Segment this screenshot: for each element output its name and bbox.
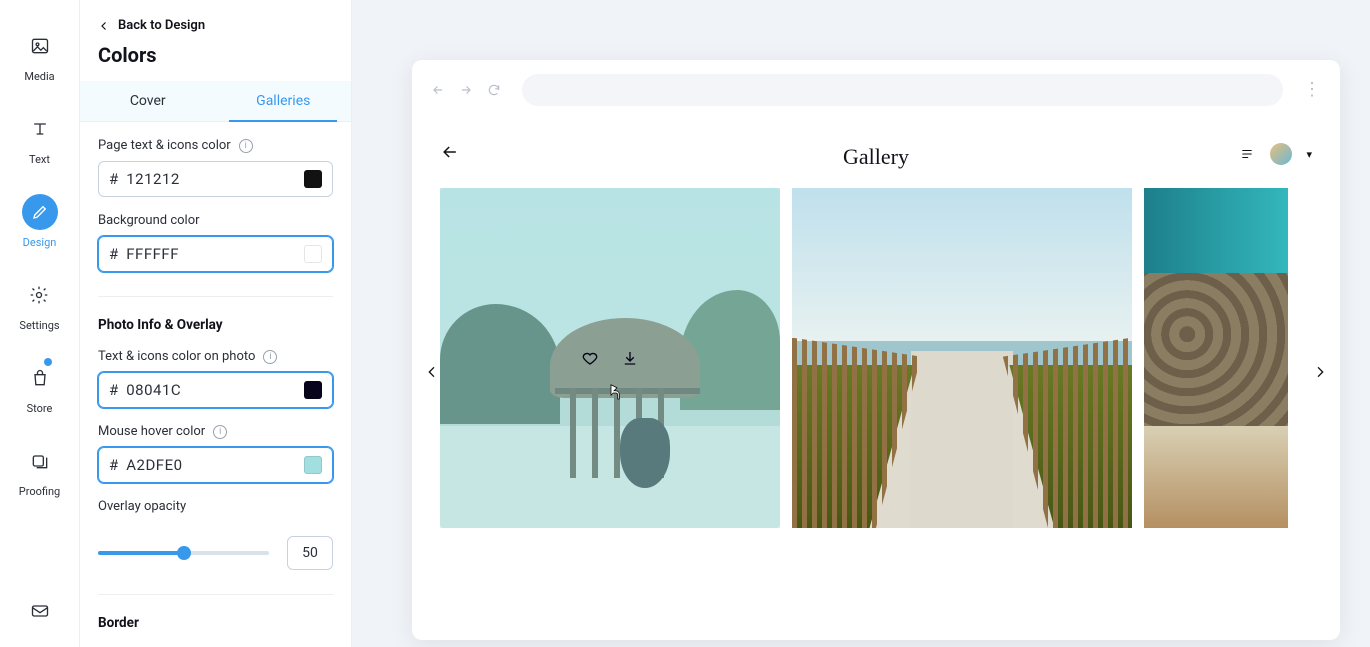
info-icon[interactable]: i — [213, 425, 227, 439]
field-background: Background color # FFFFFF — [80, 197, 351, 272]
back-label: Back to Design — [118, 18, 205, 33]
gear-icon — [21, 277, 57, 313]
proofing-icon — [22, 443, 58, 479]
browser-frame: ⋮ Gallery ▾ — [412, 60, 1340, 640]
slider-fill — [98, 551, 184, 555]
gallery-photo[interactable] — [792, 188, 1132, 528]
back-to-design-link[interactable]: Back to Design — [80, 0, 351, 43]
text-icon — [22, 111, 58, 147]
rail-label: Text — [29, 153, 50, 166]
color-swatch[interactable] — [304, 381, 322, 399]
bag-icon — [22, 360, 58, 396]
color-input-photo-text[interactable]: # 08041C — [98, 372, 333, 408]
info-icon[interactable]: i — [239, 139, 253, 153]
gallery-header: Gallery ▾ — [412, 120, 1340, 188]
image-icon — [22, 28, 58, 64]
gallery-next-button[interactable] — [1306, 358, 1334, 386]
chevron-left-icon — [98, 20, 110, 32]
field-label: Background color — [98, 213, 200, 228]
rail-item-mail[interactable] — [22, 593, 58, 647]
hash-icon: # — [109, 456, 118, 474]
hash-icon: # — [109, 170, 118, 188]
rail-item-store[interactable]: Store — [22, 360, 58, 415]
gallery-prev-button[interactable] — [418, 358, 446, 386]
section-header-photo: Photo Info & Overlay — [80, 297, 351, 333]
field-label: Text & icons color on photo — [98, 349, 255, 364]
rail-item-text[interactable]: Text — [22, 111, 58, 166]
rail-label: Media — [24, 70, 54, 83]
rail-label: Store — [27, 402, 53, 415]
rail-label: Proofing — [19, 485, 60, 498]
gallery-title: Gallery — [843, 144, 909, 170]
gallery-header-right: ▾ — [1238, 143, 1312, 165]
opacity-slider[interactable] — [98, 551, 269, 555]
info-icon[interactable]: i — [263, 350, 277, 364]
field-photo-text-icons: Text & icons color on photo i # 08041C — [80, 333, 351, 408]
color-swatch[interactable] — [304, 170, 322, 188]
color-value: 121212 — [126, 170, 296, 188]
panel-title: Colors — [80, 43, 351, 81]
mail-icon — [22, 593, 58, 629]
rail-item-settings[interactable]: Settings — [19, 277, 59, 332]
gallery-photo[interactable] — [440, 188, 780, 528]
field-label: Page text & icons color — [98, 138, 231, 153]
field-label: Mouse hover color — [98, 424, 205, 439]
side-panel: Back to Design Colors Cover Galleries Pa… — [80, 0, 352, 647]
gallery-back-button[interactable] — [440, 142, 460, 166]
preview-area: ⋮ Gallery ▾ — [352, 0, 1370, 647]
color-input-page-text[interactable]: # 121212 — [98, 161, 333, 197]
browser-bar: ⋮ — [412, 60, 1340, 120]
url-bar[interactable] — [522, 74, 1283, 106]
color-input-hover[interactable]: # A2DFE0 — [98, 447, 333, 483]
hash-icon: # — [109, 381, 118, 399]
color-swatch[interactable] — [304, 456, 322, 474]
color-value: A2DFE0 — [126, 456, 296, 474]
rail-label: Design — [23, 236, 57, 249]
left-rail: Media Text Design Settings Store Proofin… — [0, 0, 80, 647]
gallery-viewport — [412, 188, 1340, 556]
rail-item-proofing[interactable]: Proofing — [19, 443, 60, 498]
tab-cover[interactable]: Cover — [80, 81, 216, 121]
tabs: Cover Galleries — [80, 81, 351, 122]
field-overlay-opacity: Overlay opacity — [80, 483, 351, 514]
color-value: 08041C — [126, 381, 296, 399]
browser-menu-button[interactable]: ⋮ — [1303, 81, 1322, 99]
download-icon[interactable] — [621, 349, 639, 367]
notification-dot-icon — [44, 358, 52, 366]
section-header-border: Border — [80, 595, 351, 631]
rail-item-design[interactable]: Design — [22, 194, 58, 249]
list-view-icon[interactable] — [1238, 147, 1256, 161]
tab-galleries[interactable]: Galleries — [216, 81, 352, 121]
opacity-slider-row: 50 — [80, 522, 351, 570]
slider-thumb[interactable] — [177, 546, 191, 560]
rail-label: Settings — [19, 319, 59, 332]
gallery-strip — [412, 188, 1340, 556]
chevron-down-icon[interactable]: ▾ — [1306, 148, 1312, 161]
overlay-icons — [581, 349, 639, 367]
field-hover-color: Mouse hover color i # A2DFE0 — [80, 408, 351, 483]
browser-reload-button[interactable] — [486, 82, 502, 98]
field-label: Overlay opacity — [98, 499, 186, 514]
color-value: FFFFFF — [126, 245, 296, 263]
rail-item-media[interactable]: Media — [22, 28, 58, 83]
color-swatch[interactable] — [304, 245, 322, 263]
color-input-background[interactable]: # FFFFFF — [98, 236, 333, 272]
heart-icon[interactable] — [581, 349, 599, 367]
avatar[interactable] — [1270, 143, 1292, 165]
opacity-value[interactable]: 50 — [287, 536, 333, 570]
field-page-text-icons: Page text & icons color i # 121212 — [80, 122, 351, 197]
hash-icon: # — [109, 245, 118, 263]
pencil-icon — [22, 194, 58, 230]
browser-back-button[interactable] — [430, 82, 446, 98]
gallery-photo[interactable] — [1144, 188, 1288, 528]
browser-forward-button[interactable] — [458, 82, 474, 98]
